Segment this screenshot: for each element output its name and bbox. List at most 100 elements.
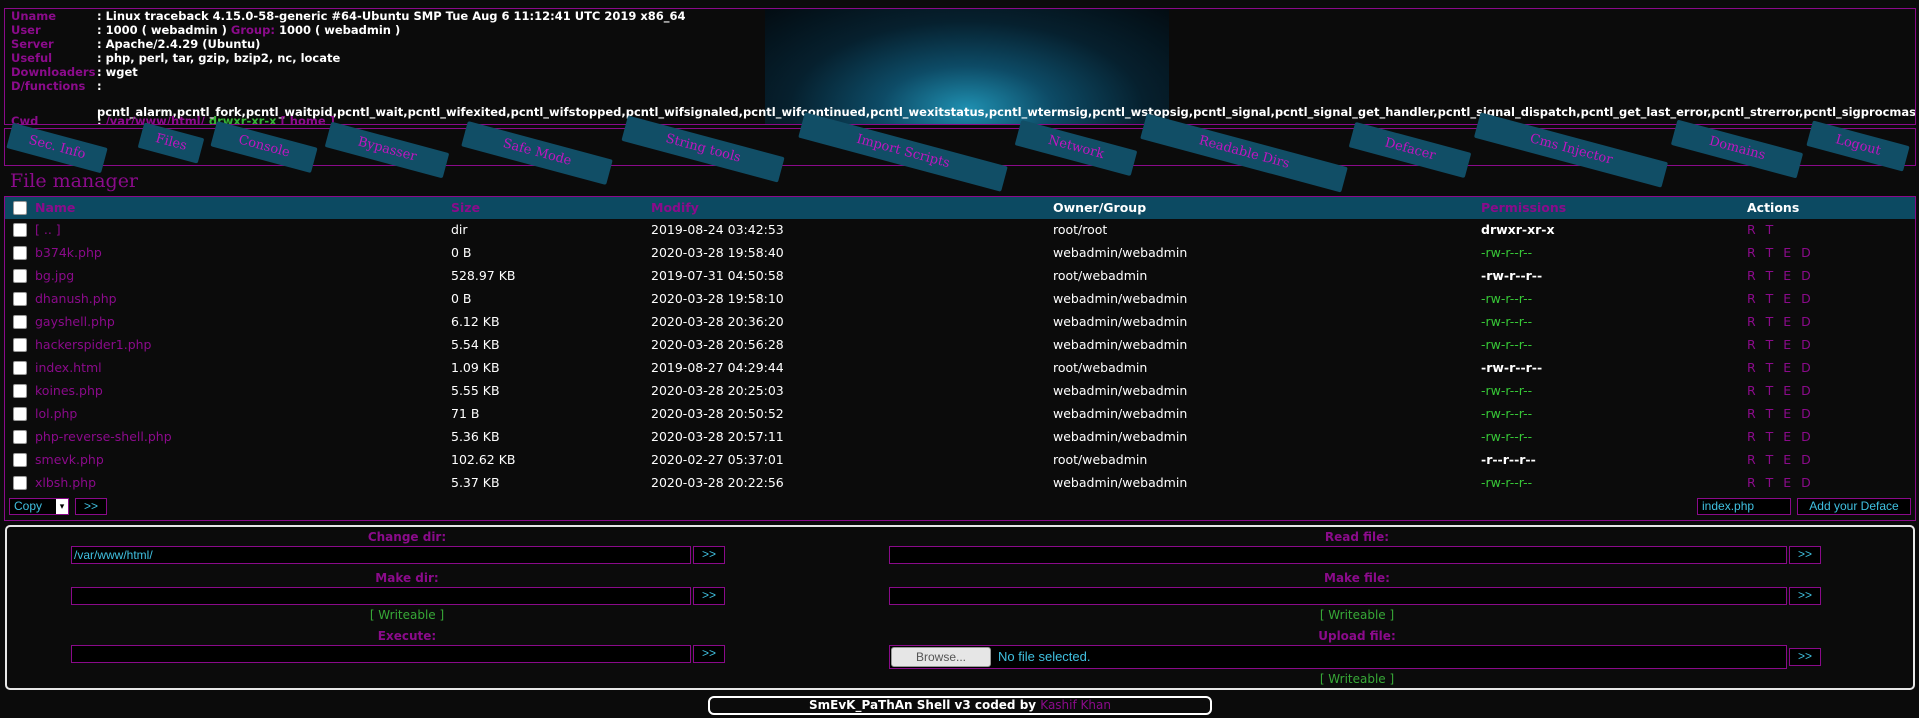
disabled-functions-list: pcntl_alarm,pcntl_fork,pcntl_waitpid,pcn…	[97, 105, 1916, 119]
file-actions[interactable]: R T E D	[1747, 403, 1814, 425]
row-checkbox[interactable]	[13, 430, 27, 444]
file-permissions[interactable]: -r--r--r--	[1481, 449, 1536, 471]
footer-credit: SmEvK_PaThAn Shell v3 coded by Kashif Kh…	[708, 696, 1212, 715]
execute-input[interactable]	[71, 645, 691, 663]
file-name[interactable]: koines.php	[35, 380, 103, 402]
cwd-path-link[interactable]: /var/www/html/	[106, 114, 205, 124]
action-select[interactable]: Copy ▾	[9, 498, 69, 515]
file-size: 102.62 KB	[451, 452, 516, 467]
user-row: User: 1000 ( webadmin ) Group: 1000 ( we…	[11, 23, 400, 37]
execute-label: Execute:	[377, 629, 437, 643]
file-owner: webadmin/webadmin	[1053, 291, 1188, 306]
file-permissions[interactable]: -rw-r--r--	[1481, 242, 1532, 264]
file-name[interactable]: [ .. ]	[35, 219, 61, 241]
file-size: 71 B	[451, 406, 480, 421]
make-file-go-button[interactable]: >>	[1789, 587, 1821, 605]
file-size: 5.36 KB	[451, 429, 500, 444]
row-checkbox[interactable]	[13, 269, 27, 283]
row-checkbox[interactable]	[13, 223, 27, 237]
file-actions[interactable]: R T	[1747, 219, 1776, 241]
file-name[interactable]: smevk.php	[35, 449, 104, 471]
file-owner: root/webadmin	[1053, 268, 1148, 283]
table-row: index.html 1.09 KB 2019-08-27 04:29:44 root…	[5, 357, 1915, 380]
action-go-button[interactable]: >>	[75, 498, 107, 515]
file-actions[interactable]: R T E D	[1747, 265, 1814, 287]
header-name[interactable]: Name	[35, 197, 75, 219]
cwd-label: Cwd	[11, 114, 39, 125]
file-permissions[interactable]: -rw-r--r--	[1481, 357, 1542, 379]
group-value: 1000 ( webadmin )	[274, 23, 401, 37]
make-dir-go-button[interactable]: >>	[693, 587, 725, 605]
file-modified: 2019-07-31 04:50:58	[651, 268, 784, 283]
file-actions[interactable]: R T E D	[1747, 426, 1814, 448]
make-dir-input[interactable]	[71, 587, 691, 605]
header-permissions[interactable]: Permissions	[1481, 197, 1566, 219]
file-size: 1.09 KB	[451, 360, 500, 375]
row-checkbox[interactable]	[13, 292, 27, 306]
row-checkbox[interactable]	[13, 453, 27, 467]
file-name[interactable]: index.html	[35, 357, 102, 379]
upload-go-button[interactable]: >>	[1789, 648, 1821, 666]
file-actions[interactable]: R T E D	[1747, 288, 1814, 310]
deface-filename-input[interactable]: index.php	[1697, 498, 1791, 515]
file-permissions[interactable]: -rw-r--r--	[1481, 334, 1532, 356]
tools-panel: Change dir: /var/www/html/ >> Make dir: …	[5, 525, 1915, 690]
make-file-writeable: [ Writeable ]	[1319, 608, 1395, 622]
file-owner: webadmin/webadmin	[1053, 406, 1188, 421]
row-checkbox[interactable]	[13, 407, 27, 421]
file-actions[interactable]: R T E D	[1747, 380, 1814, 402]
file-permissions[interactable]: drwxr-xr-x	[1481, 219, 1555, 241]
header-modify[interactable]: Modify	[651, 197, 699, 219]
change-dir-input[interactable]: /var/www/html/	[71, 546, 691, 564]
make-file-input[interactable]	[889, 587, 1787, 605]
file-permissions[interactable]: -rw-r--r--	[1481, 472, 1532, 494]
upload-file-label: Upload file:	[1318, 629, 1396, 643]
change-dir-go-button[interactable]: >>	[693, 546, 725, 564]
file-name[interactable]: lol.php	[35, 403, 77, 425]
downloaders-row: Downloaders: wget	[11, 65, 138, 79]
table-row: hackerspider1.php 5.54 KB 2020-03-28 20:56…	[5, 334, 1915, 357]
upload-writeable: [ Writeable ]	[1319, 672, 1395, 686]
file-name[interactable]: hackerspider1.php	[35, 334, 151, 356]
file-permissions[interactable]: -rw-r--r--	[1481, 311, 1532, 333]
file-actions[interactable]: R T E D	[1747, 311, 1814, 333]
file-permissions[interactable]: -rw-r--r--	[1481, 426, 1532, 448]
file-owner: root/root	[1053, 222, 1108, 237]
file-name[interactable]: php-reverse-shell.php	[35, 426, 172, 448]
row-checkbox[interactable]	[13, 338, 27, 352]
server-row: Server: Apache/2.4.29 (Ubuntu)	[11, 37, 260, 51]
file-actions[interactable]: R T E D	[1747, 472, 1814, 494]
row-checkbox[interactable]	[13, 361, 27, 375]
file-actions[interactable]: R T E D	[1747, 242, 1814, 264]
file-owner: root/webadmin	[1053, 360, 1148, 375]
file-permissions[interactable]: -rw-r--r--	[1481, 403, 1532, 425]
file-actions[interactable]: R T E D	[1747, 449, 1814, 471]
file-name[interactable]: dhanush.php	[35, 288, 117, 310]
home-link[interactable]: [ home ]	[281, 114, 335, 124]
file-modified: 2019-08-27 04:29:44	[651, 360, 784, 375]
file-name[interactable]: b374k.php	[35, 242, 102, 264]
row-checkbox[interactable]	[13, 476, 27, 490]
file-owner: webadmin/webadmin	[1053, 429, 1188, 444]
select-all-checkbox[interactable]	[13, 201, 27, 215]
file-size: 528.97 KB	[451, 268, 516, 283]
browse-button[interactable]: Browse...	[891, 647, 991, 667]
header-size[interactable]: Size	[451, 197, 480, 219]
file-actions[interactable]: R T E D	[1747, 357, 1814, 379]
uname-value: : Linux traceback 4.15.0-58-generic #64-…	[97, 9, 686, 23]
row-checkbox[interactable]	[13, 315, 27, 329]
row-checkbox[interactable]	[13, 384, 27, 398]
dfunctions-colon: :	[97, 79, 102, 93]
file-name[interactable]: bg.jpg	[35, 265, 74, 287]
add-deface-button[interactable]: Add your Deface	[1797, 498, 1911, 515]
file-permissions[interactable]: -rw-r--r--	[1481, 265, 1542, 287]
read-file-go-button[interactable]: >>	[1789, 546, 1821, 564]
execute-go-button[interactable]: >>	[693, 645, 725, 663]
file-permissions[interactable]: -rw-r--r--	[1481, 380, 1532, 402]
file-actions[interactable]: R T E D	[1747, 334, 1814, 356]
file-name[interactable]: xlbsh.php	[35, 472, 96, 494]
file-name[interactable]: gayshell.php	[35, 311, 115, 333]
row-checkbox[interactable]	[13, 246, 27, 260]
read-file-input[interactable]	[889, 546, 1787, 564]
file-permissions[interactable]: -rw-r--r--	[1481, 288, 1532, 310]
